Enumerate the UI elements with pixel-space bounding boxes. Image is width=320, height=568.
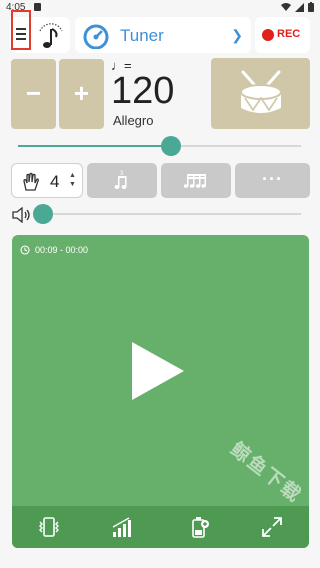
speaker-icon	[12, 207, 30, 223]
player-toolbar	[12, 506, 309, 548]
battery-icon	[308, 2, 314, 12]
record-dot-icon	[262, 29, 274, 41]
record-button[interactable]: REC	[255, 17, 310, 53]
tempo-slider-fill	[18, 145, 171, 147]
speedometer-icon	[83, 24, 109, 49]
tuner-label: Tuner	[120, 26, 164, 45]
sim-icon	[34, 3, 41, 11]
clock-icon	[20, 245, 30, 255]
status-bar: 4:05	[0, 0, 320, 14]
volume-slider-handle[interactable]	[32, 204, 53, 224]
beats-value: 4	[50, 172, 60, 191]
hand-clap-icon	[23, 172, 39, 191]
bpm-value[interactable]: 120	[111, 70, 174, 113]
tempo-slider[interactable]	[18, 136, 301, 156]
tempo-increase-button[interactable]: +	[59, 59, 104, 129]
tempo-slider-handle[interactable]	[160, 136, 181, 156]
timer: 00:09 - 00:00	[20, 245, 88, 255]
spinner-arrows-icon[interactable]: ▲ ▼	[69, 171, 76, 189]
signal-icon	[295, 2, 304, 12]
subdivision-button[interactable]: 3	[87, 163, 157, 198]
battery-plus-icon[interactable]	[187, 515, 211, 539]
tap-tempo-drum-button[interactable]	[211, 58, 310, 129]
drum-icon	[240, 70, 282, 113]
accent-pattern-button[interactable]	[161, 163, 231, 198]
play-icon[interactable]	[132, 342, 184, 400]
chevron-right-icon: ❯	[231, 27, 243, 43]
expand-icon[interactable]	[260, 515, 284, 539]
record-label: REC	[277, 28, 301, 40]
hamburger-icon[interactable]	[16, 28, 26, 43]
triplet-note-icon: 3	[114, 171, 127, 189]
bottom-panel-edge	[0, 556, 320, 568]
wifi-icon	[281, 3, 291, 11]
tempo-marking: Allegro	[113, 113, 154, 128]
sixteenth-notes-icon	[183, 174, 206, 188]
tuner-button[interactable]: Tuner ❯	[75, 17, 251, 53]
signal-bars-icon[interactable]	[110, 515, 134, 539]
status-icons	[281, 2, 314, 12]
beats-per-measure-selector[interactable]: 4 ▲ ▼	[11, 163, 83, 198]
timer-text: 00:09 - 00:00	[35, 245, 89, 255]
player-panel[interactable]: 00:09 - 00:00	[12, 235, 309, 548]
volume-slider[interactable]	[32, 204, 301, 224]
vibrate-phone-icon[interactable]	[37, 515, 61, 539]
menu-button[interactable]	[10, 10, 70, 53]
tempo-decrease-button[interactable]: −	[11, 59, 56, 129]
music-note-gauge-icon[interactable]	[36, 21, 66, 51]
more-options-button[interactable]: ···	[235, 163, 310, 198]
